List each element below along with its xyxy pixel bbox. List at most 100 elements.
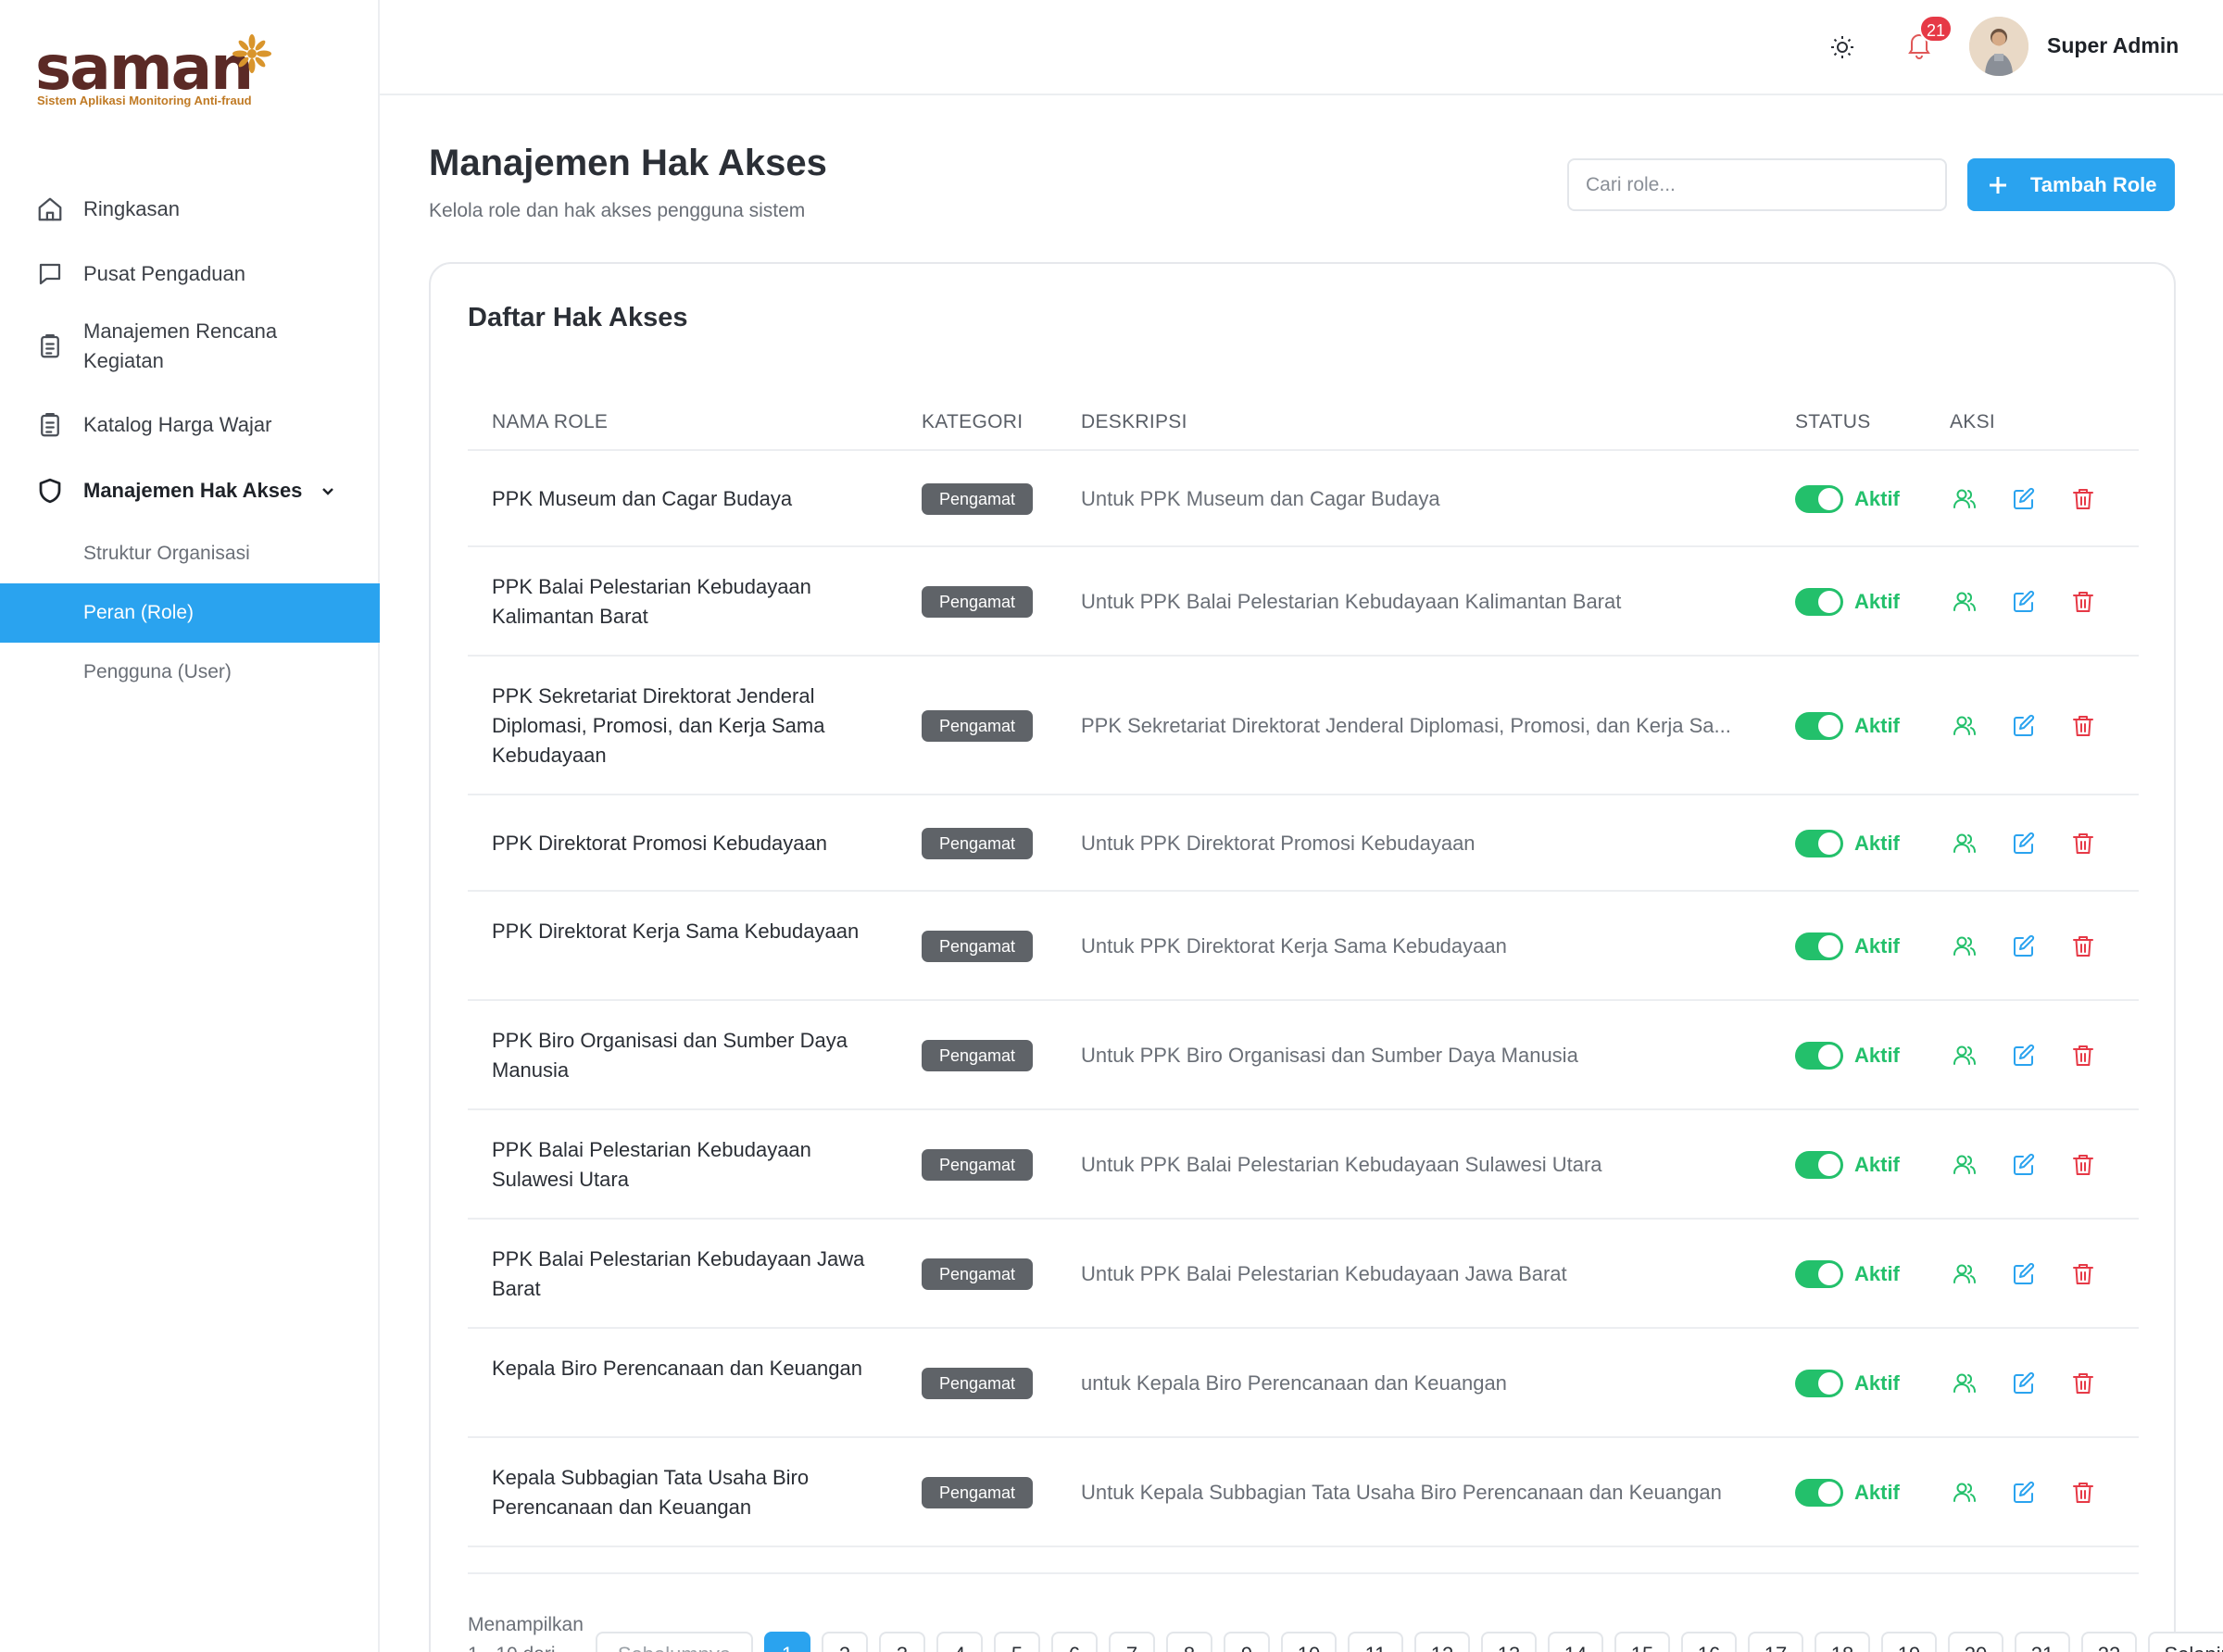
column-header-nama-role: NAMA ROLE bbox=[492, 411, 609, 432]
pagination-page-5[interactable]: 5 bbox=[994, 1632, 1040, 1652]
pagination-page-11[interactable]: 11 bbox=[1348, 1632, 1403, 1652]
manage-users-icon[interactable] bbox=[1950, 1259, 1979, 1289]
pagination-page-21[interactable]: 21 bbox=[2015, 1632, 2070, 1652]
status-label: Aktif bbox=[1854, 1153, 1900, 1176]
manage-users-icon[interactable] bbox=[1950, 1041, 1979, 1070]
status-toggle[interactable] bbox=[1795, 1479, 1843, 1507]
sidebar-item-ringkasan[interactable]: Ringkasan bbox=[0, 180, 380, 239]
edit-icon[interactable] bbox=[2009, 1259, 2039, 1289]
sidebar-item-pusat-pengaduan[interactable]: Pusat Pengaduan bbox=[0, 244, 380, 304]
manage-users-icon[interactable] bbox=[1950, 1478, 1979, 1508]
status-toggle[interactable] bbox=[1795, 1042, 1843, 1070]
pagination-page-4[interactable]: 4 bbox=[936, 1632, 983, 1652]
user-name[interactable]: Super Admin bbox=[2047, 33, 2179, 58]
sidebar-subitem-struktur-organisasi[interactable]: Struktur Organisasi bbox=[0, 524, 380, 583]
pagination-next-button[interactable]: Selanjutnya bbox=[2148, 1632, 2223, 1652]
clipboard-icon bbox=[35, 332, 65, 361]
pagination-page-19[interactable]: 19 bbox=[1881, 1632, 1937, 1652]
role-name: Kepala Biro Perencanaan dan Keuangan bbox=[492, 1357, 862, 1380]
sidebar-item-label: Manajemen Hak Akses bbox=[83, 479, 303, 502]
delete-icon[interactable] bbox=[2068, 1478, 2098, 1508]
pagination-page-2[interactable]: 2 bbox=[822, 1632, 868, 1652]
search-role-input[interactable] bbox=[1567, 158, 1947, 211]
pagination-info: Menampilkan 1 - 10 dari bbox=[468, 1614, 584, 1652]
delete-icon[interactable] bbox=[2068, 711, 2098, 741]
shield-icon bbox=[35, 476, 65, 506]
delete-icon[interactable] bbox=[2068, 484, 2098, 514]
delete-icon[interactable] bbox=[2068, 1150, 2098, 1180]
manage-users-icon[interactable] bbox=[1950, 932, 1979, 961]
status-label: Aktif bbox=[1854, 1044, 1900, 1067]
delete-icon[interactable] bbox=[2068, 1041, 2098, 1070]
pagination-page-10[interactable]: 10 bbox=[1281, 1632, 1337, 1652]
edit-icon[interactable] bbox=[2009, 484, 2039, 514]
sidebar-item-manajemen-hak-akses[interactable]: Manajemen Hak Akses bbox=[0, 461, 380, 520]
status-toggle[interactable] bbox=[1795, 830, 1843, 857]
edit-icon[interactable] bbox=[2009, 932, 2039, 961]
add-role-button[interactable]: Tambah Role bbox=[1967, 158, 2175, 211]
sidebar-subitem-pengguna-user[interactable]: Pengguna (User) bbox=[0, 643, 380, 702]
status-label: Aktif bbox=[1854, 1371, 1900, 1395]
app-logo[interactable]: saman Sistem Aplikasi Monitoring Anti-fr… bbox=[35, 33, 295, 113]
edit-icon[interactable] bbox=[2009, 1150, 2039, 1180]
theme-toggle-sun-icon[interactable] bbox=[1827, 31, 1858, 63]
delete-icon[interactable] bbox=[2068, 587, 2098, 617]
manage-users-icon[interactable] bbox=[1950, 587, 1979, 617]
role-name: PPK Biro Organisasi dan Sumber Daya Manu… bbox=[492, 1029, 848, 1082]
edit-icon[interactable] bbox=[2009, 711, 2039, 741]
role-name: PPK Balai Pelestarian Kebudayaan Jawa Ba… bbox=[492, 1247, 865, 1300]
delete-icon[interactable] bbox=[2068, 1259, 2098, 1289]
pagination-page-15[interactable]: 15 bbox=[1614, 1632, 1670, 1652]
edit-icon[interactable] bbox=[2009, 1041, 2039, 1070]
sidebar-subitem-peran-role[interactable]: Peran (Role) bbox=[0, 583, 380, 643]
category-badge: Pengamat bbox=[922, 1258, 1033, 1290]
edit-icon[interactable] bbox=[2009, 1369, 2039, 1398]
pagination-page-17[interactable]: 17 bbox=[1748, 1632, 1803, 1652]
edit-icon[interactable] bbox=[2009, 829, 2039, 858]
pagination-page-6[interactable]: 6 bbox=[1051, 1632, 1098, 1652]
manage-users-icon[interactable] bbox=[1950, 1150, 1979, 1180]
home-icon bbox=[35, 194, 65, 224]
pagination-page-16[interactable]: 16 bbox=[1681, 1632, 1737, 1652]
sidebar: saman Sistem Aplikasi Monitoring Anti-fr… bbox=[0, 0, 380, 1652]
pagination-page-1[interactable]: 1 bbox=[764, 1632, 810, 1652]
pagination-page-13[interactable]: 13 bbox=[1481, 1632, 1537, 1652]
status-toggle[interactable] bbox=[1795, 1260, 1843, 1288]
manage-users-icon[interactable] bbox=[1950, 829, 1979, 858]
pagination-page-8[interactable]: 8 bbox=[1166, 1632, 1212, 1652]
pagination-page-22[interactable]: 22 bbox=[2081, 1632, 2137, 1652]
notification-count-badge: 21 bbox=[1919, 15, 1953, 43]
table-row: PPK Sekretariat Direktorat Jenderal Dipl… bbox=[468, 657, 2139, 795]
delete-icon[interactable] bbox=[2068, 932, 2098, 961]
manage-users-icon[interactable] bbox=[1950, 1369, 1979, 1398]
pagination-page-9[interactable]: 9 bbox=[1224, 1632, 1270, 1652]
pagination-page-18[interactable]: 18 bbox=[1815, 1632, 1870, 1652]
pagination-page-14[interactable]: 14 bbox=[1548, 1632, 1603, 1652]
pagination-page-20[interactable]: 20 bbox=[1948, 1632, 2003, 1652]
chevron-down-icon bbox=[319, 482, 337, 500]
status-toggle[interactable] bbox=[1795, 1151, 1843, 1179]
category-badge: Pengamat bbox=[922, 1040, 1033, 1071]
role-description: Untuk Kepala Subbagian Tata Usaha Biro P… bbox=[1081, 1481, 1722, 1504]
sidebar-item-manajemen-rencana-kegiatan[interactable]: Manajemen Rencana Kegiatan bbox=[0, 310, 380, 382]
manage-users-icon[interactable] bbox=[1950, 484, 1979, 514]
pagination-page-7[interactable]: 7 bbox=[1109, 1632, 1155, 1652]
pagination-page-12[interactable]: 12 bbox=[1414, 1632, 1470, 1652]
status-toggle[interactable] bbox=[1795, 588, 1843, 616]
status-label: Aktif bbox=[1854, 487, 1900, 510]
status-toggle[interactable] bbox=[1795, 485, 1843, 513]
status-toggle[interactable] bbox=[1795, 932, 1843, 960]
status-toggle[interactable] bbox=[1795, 712, 1843, 740]
delete-icon[interactable] bbox=[2068, 829, 2098, 858]
pagination-prev-button[interactable]: Sebelumnya bbox=[596, 1632, 753, 1652]
delete-icon[interactable] bbox=[2068, 1369, 2098, 1398]
pagination-page-3[interactable]: 3 bbox=[879, 1632, 925, 1652]
user-avatar[interactable] bbox=[1969, 17, 2028, 76]
edit-icon[interactable] bbox=[2009, 1478, 2039, 1508]
sidebar-item-label: Katalog Harga Wajar bbox=[83, 413, 272, 436]
status-toggle[interactable] bbox=[1795, 1370, 1843, 1397]
manage-users-icon[interactable] bbox=[1950, 711, 1979, 741]
sidebar-item-katalog-harga-wajar[interactable]: Katalog Harga Wajar bbox=[0, 395, 380, 455]
status-label: Aktif bbox=[1854, 1262, 1900, 1285]
edit-icon[interactable] bbox=[2009, 587, 2039, 617]
